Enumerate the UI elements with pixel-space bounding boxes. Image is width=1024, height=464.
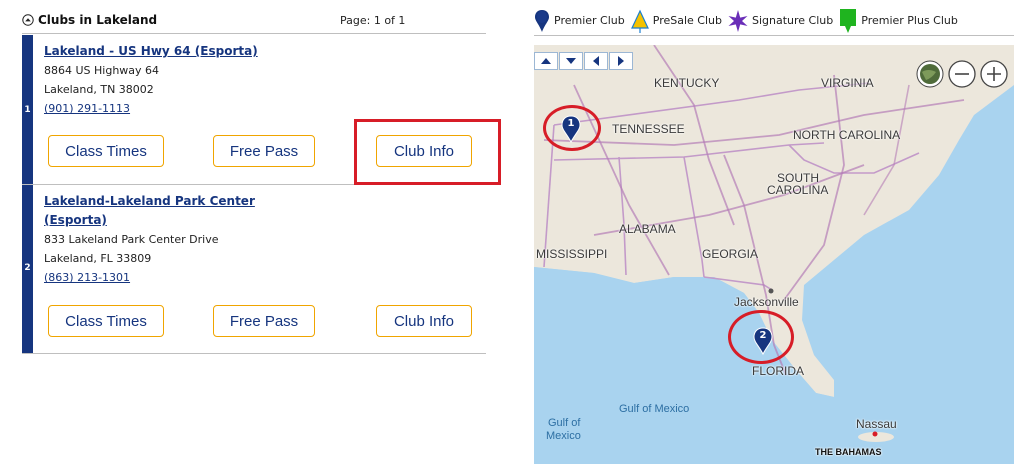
legend-item-presale: PreSale Club <box>630 9 722 33</box>
club-info-highlight-box <box>354 119 501 185</box>
club-name-link[interactable]: Lakeland-Lakeland Park Center (Esporta) <box>44 192 264 230</box>
club-details: Lakeland-Lakeland Park Center (Esporta) … <box>44 192 264 287</box>
triangle-icon <box>630 9 649 33</box>
legend-label: Premier Plus Club <box>861 14 958 27</box>
club-phone-link[interactable]: (863) 213-1301 <box>44 268 264 287</box>
map-label-state: NORTH CAROLINA <box>793 128 901 142</box>
arrow-right-icon <box>618 56 624 66</box>
map-label-state: KENTUCKY <box>654 76 720 90</box>
club-index-number: 1 <box>24 105 31 115</box>
map-legend: Premier Club PreSale Club Signature Club… <box>534 6 1014 36</box>
legend-label: PreSale Club <box>652 14 722 27</box>
club-address-line2: Lakeland, TN 38002 <box>44 83 154 96</box>
marker-highlight-ring <box>728 310 794 364</box>
map-label-state: FLORIDA <box>752 364 805 378</box>
arrow-down-icon <box>566 58 576 64</box>
pan-down-button[interactable] <box>559 52 583 70</box>
club-phone-link[interactable]: (901) 291-1113 <box>44 99 264 118</box>
club-actions: Class Times Free Pass Club Info <box>48 305 472 337</box>
club-index-number: 2 <box>24 263 31 273</box>
map-label-water: Gulf of Mexico <box>619 403 690 415</box>
marker-highlight-ring <box>543 105 601 151</box>
club-name-line2[interactable]: (Esporta) <box>44 213 107 227</box>
map-zoom-controls <box>912 60 1008 88</box>
club-address-line1: 8864 US Highway 64 <box>44 64 160 77</box>
club-name-link[interactable]: Lakeland - US Hwy 64 (Esporta) <box>44 42 264 61</box>
arrow-up-icon <box>541 58 551 64</box>
map-label-state: TENNESSEE <box>612 122 685 136</box>
pan-right-button[interactable] <box>609 52 633 70</box>
map-style-toggle-icon[interactable] <box>916 60 944 88</box>
legend-label: Premier Club <box>554 14 625 27</box>
arrow-left-icon <box>593 56 599 66</box>
club-info-button[interactable]: Club Info <box>376 305 472 337</box>
free-pass-button[interactable]: Free Pass <box>213 135 315 167</box>
club-item: 2 Lakeland-Lakeland Park Center (Esporta… <box>22 185 486 354</box>
map-label-state: GEORGIA <box>702 247 759 261</box>
legend-label: Signature Club <box>751 14 834 27</box>
class-times-button[interactable]: Class Times <box>48 135 164 167</box>
map-pin-icon <box>535 9 549 32</box>
map-pan-controls <box>534 52 634 70</box>
map-label-water: Mexico <box>546 430 581 442</box>
map-label-city: Nassau <box>856 417 897 431</box>
class-times-button[interactable]: Class Times <box>48 305 164 337</box>
map-label-state: VIRGINIA <box>821 76 874 90</box>
zoom-in-icon[interactable] <box>980 60 1008 88</box>
map-label-state: ALABAMA <box>619 222 676 236</box>
club-name-line1[interactable]: Lakeland-Lakeland Park Center <box>44 194 255 208</box>
map-label-state: CAROLINA <box>767 183 829 197</box>
map-label-city: Jacksonville <box>734 295 799 309</box>
collapse-up-icon[interactable] <box>22 14 34 26</box>
legend-item-premier: Premier Club <box>534 9 625 33</box>
map-label-country: THE BAHAMAS <box>815 447 882 457</box>
free-pass-button[interactable]: Free Pass <box>213 305 315 337</box>
zoom-out-icon[interactable] <box>948 60 976 88</box>
list-title-wrap[interactable]: Clubs in Lakeland <box>22 13 157 27</box>
legend-item-premier-plus: Premier Plus Club <box>839 8 958 34</box>
page-info: Page: 1 of 1 <box>340 14 406 27</box>
club-address-line1: 833 Lakeland Park Center Drive <box>44 233 219 246</box>
pan-left-button[interactable] <box>584 52 608 70</box>
map-label-state: MISSISSIPPI <box>536 247 608 261</box>
flag-marker-icon <box>840 8 857 33</box>
club-list: 1 Lakeland - US Hwy 64 (Esporta) 8864 US… <box>22 35 486 354</box>
club-details: Lakeland - US Hwy 64 (Esporta) 8864 US H… <box>44 42 264 118</box>
list-header: Clubs in Lakeland Page: 1 of 1 <box>22 10 486 34</box>
map-label-water: Gulf of <box>548 417 581 429</box>
list-title: Clubs in Lakeland <box>38 13 158 27</box>
legend-item-signature: Signature Club <box>728 9 833 33</box>
star-icon <box>728 9 748 32</box>
pan-up-button[interactable] <box>534 52 558 70</box>
club-map[interactable]: KENTUCKY VIRGINIA TENNESSEE NORTH CAROLI… <box>534 45 1014 464</box>
club-address-line2: Lakeland, FL 33809 <box>44 252 152 265</box>
